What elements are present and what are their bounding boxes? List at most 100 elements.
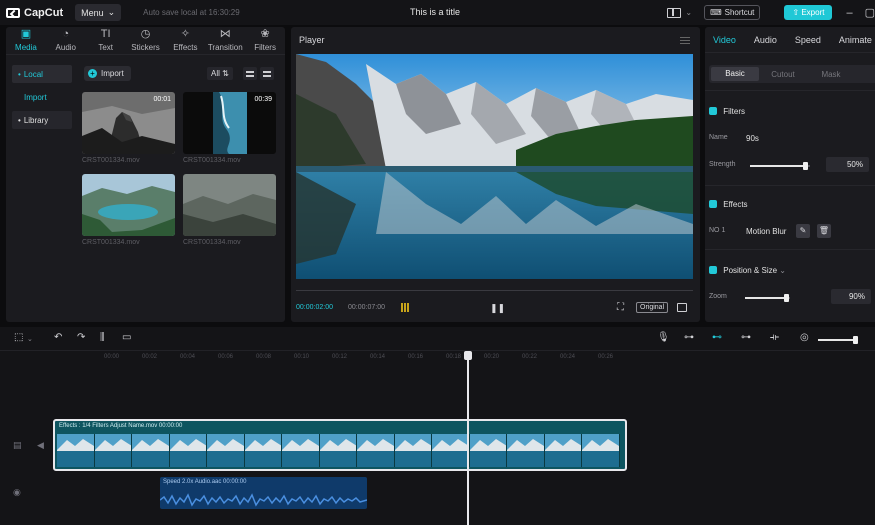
ruler-tick: 00:12 [332,354,348,360]
tab-speed[interactable]: Speed [795,35,821,45]
tab-transition[interactable]: ⋈ Transition [205,27,245,54]
grid-view-icon[interactable] [260,67,274,80]
link-clips-icon[interactable]: ⊶ [684,333,694,343]
tab-filters[interactable]: ❀ Filters [245,27,285,54]
tab-audio[interactable]: ◔ Audio [46,27,86,54]
project-title[interactable]: This is a title [410,7,460,17]
effects-section-header: Effects [709,200,875,209]
filter-dropdown[interactable]: All ⇅ [207,67,233,80]
fullscreen-icon[interactable] [677,303,687,312]
lake-valley-image [82,174,175,236]
effects-checkbox[interactable] [709,200,717,208]
chevron-down-icon[interactable]: ⌄ [779,266,786,275]
audio-clip[interactable]: Speed 2.0x Audio.aac 00:00:00 [160,477,367,509]
list-view-icon[interactable] [243,67,257,80]
media-thumbnail[interactable] [82,174,175,236]
tab-label: Stickers [131,43,160,52]
video-track-icon: ▤ [13,440,22,450]
grid-icon[interactable] [401,303,410,312]
import-button[interactable]: + Import [84,66,131,81]
current-time: 00:00:02:00 [296,304,333,311]
layout-icon[interactable] [667,7,682,18]
sidebar-item-label: Local [23,69,43,79]
subtab-mask[interactable]: Mask [807,70,855,79]
position-checkbox[interactable] [709,266,717,274]
timeline-ruler[interactable]: 00:00 00:02 00:04 00:06 00:08 00:10 00:1… [0,351,875,367]
zoom-value[interactable]: 90% [831,289,871,304]
align-icon[interactable]: ⟛ [770,333,779,343]
split-icon[interactable]: ⫼ [100,333,105,343]
microphone-icon[interactable]: 🎙 [657,333,670,343]
export-label: Export [801,8,825,17]
menu-button[interactable]: Menu ⌄ [75,4,122,21]
ruler-tick: 00:20 [484,354,500,360]
timeline-zoom-slider[interactable] [818,336,858,344]
edit-pencil-icon[interactable]: ✎ [796,224,810,238]
video-preview[interactable] [296,54,693,279]
zoom-fit-icon[interactable]: ◎ [800,333,809,343]
clip-frame [244,434,282,467]
bullet-icon: • [18,115,21,125]
slider-fill [745,297,785,299]
tab-media[interactable]: ▣ Media [6,27,46,54]
subtab-cutout[interactable]: Cutout [759,70,807,79]
sidebar-item-local[interactable]: • Local [12,65,72,83]
ratio-button[interactable]: Original [636,302,669,313]
main-video-clip[interactable]: Effects : 1/4 Filters Adjust Name.mov 00… [53,419,627,471]
strength-slider[interactable] [750,162,810,170]
tab-effects[interactable]: ✧ Effects [165,27,205,54]
ruler-tick: 00:00 [104,354,120,360]
crop-icon[interactable]: ⛶ [617,302,624,313]
position-section-header: Position & Size ⌄ [709,266,875,275]
ruler-tick: 00:16 [408,354,424,360]
clip-label: Effects : 1/4 Filters Adjust Name.mov 00… [59,423,183,429]
tab-stickers[interactable]: ◷ Stickers [126,27,166,54]
ruler-tick: 00:06 [218,354,234,360]
playhead[interactable] [464,351,472,525]
delete-icon[interactable]: ▭ [122,333,131,343]
clip-frame [582,434,620,467]
slider-knob[interactable] [784,294,789,302]
pause-icon[interactable]: ❚❚ [490,303,505,314]
tab-video[interactable]: Video [713,35,736,45]
sidebar-item-import[interactable]: Import [12,88,72,106]
hamburger-menu-icon[interactable] [680,37,690,44]
strength-value[interactable]: 50% [826,157,869,172]
magnet-snap-icon[interactable]: ⊷ [712,333,722,343]
clip-frames [57,434,623,467]
section-title: Effects [723,200,748,209]
sidebar-item-library[interactable]: • Library [12,111,72,129]
maximize-icon[interactable]: ▢ [865,6,875,19]
media-thumbnail[interactable]: 00:39 [183,92,276,154]
tab-animate[interactable]: Animate [839,35,872,45]
media-thumbnail[interactable]: 00:01 [82,92,175,154]
export-button[interactable]: ⇧ Export [784,5,833,20]
chain-icon[interactable]: ⊶ [741,333,751,343]
chevron-down-icon[interactable]: ⌄ [685,8,692,17]
tab-audio[interactable]: Audio [754,35,777,45]
zoom-slider[interactable] [745,294,790,302]
undo-icon[interactable]: ↶ [54,333,62,343]
filters-checkbox[interactable] [709,107,717,115]
chevron-down-icon[interactable]: ⌄ [27,335,33,345]
shortcut-button[interactable]: ⌨ Shortcut [704,5,761,20]
properties-panel: Video Audio Speed Animate Basic Cutout M… [705,27,875,322]
select-cursor-icon[interactable]: ⬚ [14,333,23,343]
app-name: CapCut [24,6,64,19]
redo-icon[interactable]: ↷ [77,333,85,343]
player-scrubber[interactable] [296,285,693,291]
slider-knob[interactable] [853,336,858,344]
ruler-tick: 00:26 [598,354,614,360]
speaker-icon[interactable]: ◀ [37,440,44,451]
tab-text[interactable]: TI Text [86,27,126,54]
menu-label: Menu [81,7,104,18]
subtab-basic[interactable]: Basic [711,67,759,81]
timeline-toolbar: ⬚ ⌄ ↶ ↷ ⫼ ▭ 🎙 ⊶ ⊷ ⊶ ⟛ ◎ [0,327,875,351]
effect-name: Motion Blur [746,227,787,236]
minimize-icon[interactable]: – [846,7,852,19]
zoom-label: Zoom [709,293,727,300]
slider-fill [818,339,854,341]
slider-knob[interactable] [803,162,808,170]
trash-icon[interactable]: 🗑 [817,224,831,238]
media-thumbnail[interactable] [183,174,276,236]
